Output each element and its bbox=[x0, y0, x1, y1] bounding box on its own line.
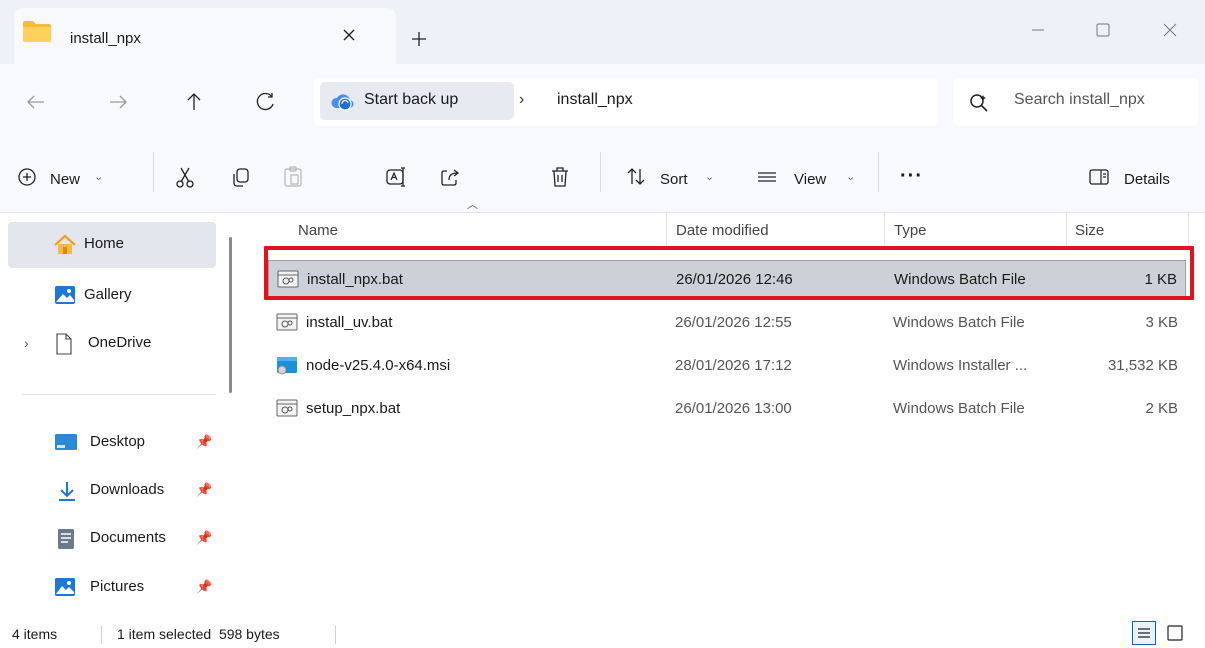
details-button[interactable]: Details bbox=[1124, 171, 1170, 188]
cut-icon[interactable] bbox=[172, 164, 198, 190]
file-name: node-v25.4.0-x64.msi bbox=[306, 357, 451, 374]
sidebar-item-pictures[interactable]: Pictures bbox=[90, 578, 144, 595]
file-type: Windows Installer ... bbox=[893, 357, 1028, 374]
close-tab-icon[interactable] bbox=[334, 20, 364, 50]
tiles-view-icon[interactable] bbox=[1163, 621, 1187, 645]
file-size: 31,532 KB bbox=[1107, 357, 1178, 374]
up-arrow-icon[interactable] bbox=[176, 84, 212, 120]
pin-icon: 📌 bbox=[196, 434, 213, 449]
batch-file-icon bbox=[276, 399, 298, 417]
sort-icon[interactable] bbox=[624, 164, 650, 190]
status-item-count: 4 items bbox=[12, 626, 58, 642]
file-type: Windows Batch File bbox=[893, 400, 1025, 417]
rename-icon[interactable] bbox=[383, 164, 409, 190]
new-tab-icon[interactable] bbox=[402, 22, 436, 56]
desktop-icon[interactable] bbox=[54, 432, 78, 452]
maximize-icon[interactable] bbox=[1075, 10, 1131, 50]
divider bbox=[600, 152, 601, 192]
column-header-size[interactable]: Size bbox=[1075, 222, 1104, 239]
file-name: install_uv.bat bbox=[306, 314, 393, 331]
pin-icon: 📌 bbox=[196, 530, 213, 545]
details-view-icon[interactable] bbox=[1132, 621, 1156, 645]
search-input[interactable]: Search install_npx bbox=[1014, 91, 1145, 109]
file-date: 26/01/2026 13:00 bbox=[675, 400, 792, 417]
breadcrumb-root-label: Start back up bbox=[364, 91, 459, 108]
sidebar-item-onedrive[interactable]: OneDrive bbox=[88, 334, 151, 351]
sort-button[interactable]: Sort bbox=[660, 171, 688, 188]
table-row[interactable]: install_uv.bat 26/01/2026 12:55 Windows … bbox=[268, 304, 1186, 342]
column-header-date[interactable]: Date modified bbox=[676, 222, 769, 239]
chevron-down-icon: ⌄ bbox=[94, 171, 104, 183]
sidebar-scrollbar[interactable] bbox=[229, 237, 232, 393]
divider bbox=[22, 394, 216, 395]
share-icon[interactable] bbox=[437, 164, 463, 190]
breadcrumb-current[interactable]: install_npx bbox=[557, 91, 633, 109]
navigation-pane bbox=[0, 213, 244, 618]
sidebar-item-desktop[interactable]: Desktop bbox=[90, 433, 145, 450]
sort-ascending-icon: ︿ bbox=[467, 199, 478, 211]
table-row[interactable]: setup_npx.bat 26/01/2026 13:00 Windows B… bbox=[268, 390, 1186, 428]
column-header-type[interactable]: Type bbox=[894, 222, 927, 239]
onedrive-file-icon[interactable] bbox=[54, 332, 74, 356]
file-date: 26/01/2026 12:55 bbox=[675, 314, 792, 331]
search-icon bbox=[968, 92, 990, 114]
column-divider[interactable] bbox=[884, 213, 885, 247]
column-divider[interactable] bbox=[1066, 213, 1067, 247]
back-arrow-icon[interactable] bbox=[18, 84, 54, 120]
minimize-icon[interactable] bbox=[1010, 10, 1066, 50]
refresh-icon[interactable] bbox=[248, 84, 284, 120]
pin-icon: 📌 bbox=[196, 579, 213, 594]
highlight-annotation-box bbox=[264, 246, 1194, 300]
close-window-icon[interactable] bbox=[1140, 10, 1200, 50]
forward-arrow-icon[interactable] bbox=[100, 84, 136, 120]
chevron-down-icon: ⌄ bbox=[846, 171, 856, 183]
file-size: 3 KB bbox=[1145, 314, 1178, 331]
sidebar-item-downloads[interactable]: Downloads bbox=[90, 481, 164, 498]
table-row[interactable]: node-v25.4.0-x64.msi 28/01/2026 17:12 Wi… bbox=[268, 347, 1186, 385]
column-divider[interactable] bbox=[1188, 213, 1189, 247]
documents-icon[interactable] bbox=[56, 528, 76, 550]
divider bbox=[878, 152, 879, 192]
sidebar-item-label: Home bbox=[84, 235, 125, 252]
sidebar-item-gallery[interactable]: Gallery bbox=[84, 286, 132, 303]
file-type: Windows Batch File bbox=[893, 314, 1025, 331]
gallery-icon[interactable] bbox=[54, 284, 76, 306]
expand-chevron-icon[interactable]: › bbox=[24, 335, 29, 351]
tab-title: install_npx bbox=[70, 30, 141, 47]
sidebar-item-documents[interactable]: Documents bbox=[90, 529, 166, 546]
file-date: 28/01/2026 17:12 bbox=[675, 357, 792, 374]
batch-file-icon bbox=[276, 313, 298, 331]
pin-icon: 📌 bbox=[196, 482, 213, 497]
more-options-button[interactable]: ··· bbox=[900, 165, 923, 188]
view-lines-icon[interactable] bbox=[754, 164, 780, 190]
sync-cloud-icon bbox=[330, 92, 354, 112]
chevron-down-icon: ⌄ bbox=[705, 171, 715, 183]
details-pane-icon[interactable] bbox=[1086, 164, 1112, 190]
paste-icon[interactable] bbox=[280, 164, 306, 190]
file-size: 2 KB bbox=[1145, 400, 1178, 417]
folder-icon bbox=[22, 19, 52, 43]
divider bbox=[101, 626, 102, 644]
column-header-name[interactable]: Name bbox=[298, 222, 338, 239]
home-icon bbox=[52, 233, 78, 257]
divider bbox=[153, 152, 154, 192]
divider bbox=[335, 626, 336, 644]
download-icon[interactable] bbox=[56, 479, 78, 503]
new-button[interactable]: New bbox=[50, 171, 80, 188]
copy-icon[interactable] bbox=[228, 164, 254, 190]
installer-icon bbox=[276, 355, 298, 375]
status-selection: 1 item selected 598 bytes bbox=[117, 626, 280, 642]
breadcrumb-separator[interactable]: › bbox=[519, 91, 524, 109]
delete-icon[interactable] bbox=[547, 164, 573, 190]
new-plus-icon[interactable] bbox=[14, 164, 40, 190]
file-name: setup_npx.bat bbox=[306, 400, 401, 417]
view-button[interactable]: View bbox=[794, 171, 826, 188]
column-divider[interactable] bbox=[666, 213, 667, 247]
pictures-icon[interactable] bbox=[54, 577, 76, 597]
